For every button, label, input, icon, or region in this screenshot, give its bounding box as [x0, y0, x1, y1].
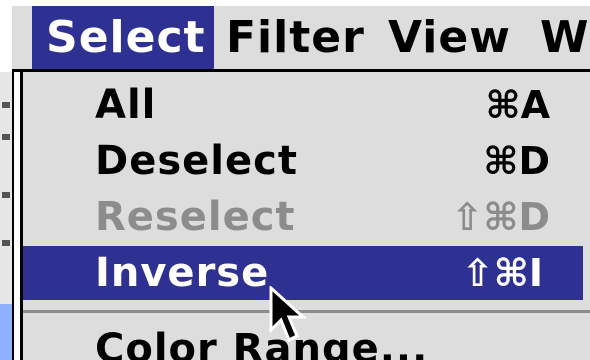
- menu-item-all[interactable]: All ⌘A: [23, 78, 590, 132]
- menu-item-shortcut: ⌘D: [483, 139, 550, 183]
- screen: Select Filter View W All ⌘A Deselect ⌘D …: [0, 0, 590, 360]
- menu-view[interactable]: View: [388, 6, 511, 69]
- menu-item-shortcut: ⇧⌘D: [451, 195, 550, 239]
- menu-item-label: Inverse: [95, 250, 270, 296]
- menu-window[interactable]: W: [540, 6, 590, 69]
- arrow-pointer-icon: [269, 286, 307, 343]
- menu-item-reselect: Reselect ⇧⌘D: [23, 190, 590, 244]
- menu-item-label: Deselect: [95, 138, 298, 184]
- window-edge-selection: [0, 304, 12, 360]
- window-edge-mark: [2, 134, 10, 140]
- window-edge-mark: [2, 240, 10, 246]
- window-edge-mark: [2, 102, 10, 108]
- menu-filter[interactable]: Filter: [226, 6, 365, 69]
- menu-item-label: Color Range...: [95, 326, 429, 360]
- menu-item-label: Reselect: [95, 194, 296, 240]
- menu-bar: Select Filter View W: [12, 6, 590, 72]
- background-window-edge: [0, 72, 14, 360]
- menu-item-shortcut: ⌘A: [485, 83, 550, 127]
- window-edge-mark: [2, 192, 10, 198]
- menu-item-label: All: [95, 82, 157, 128]
- menu-select[interactable]: Select: [32, 6, 214, 69]
- menu-item-deselect[interactable]: Deselect ⌘D: [23, 134, 590, 188]
- menu-item-shortcut: ⇧⌘I: [461, 251, 543, 295]
